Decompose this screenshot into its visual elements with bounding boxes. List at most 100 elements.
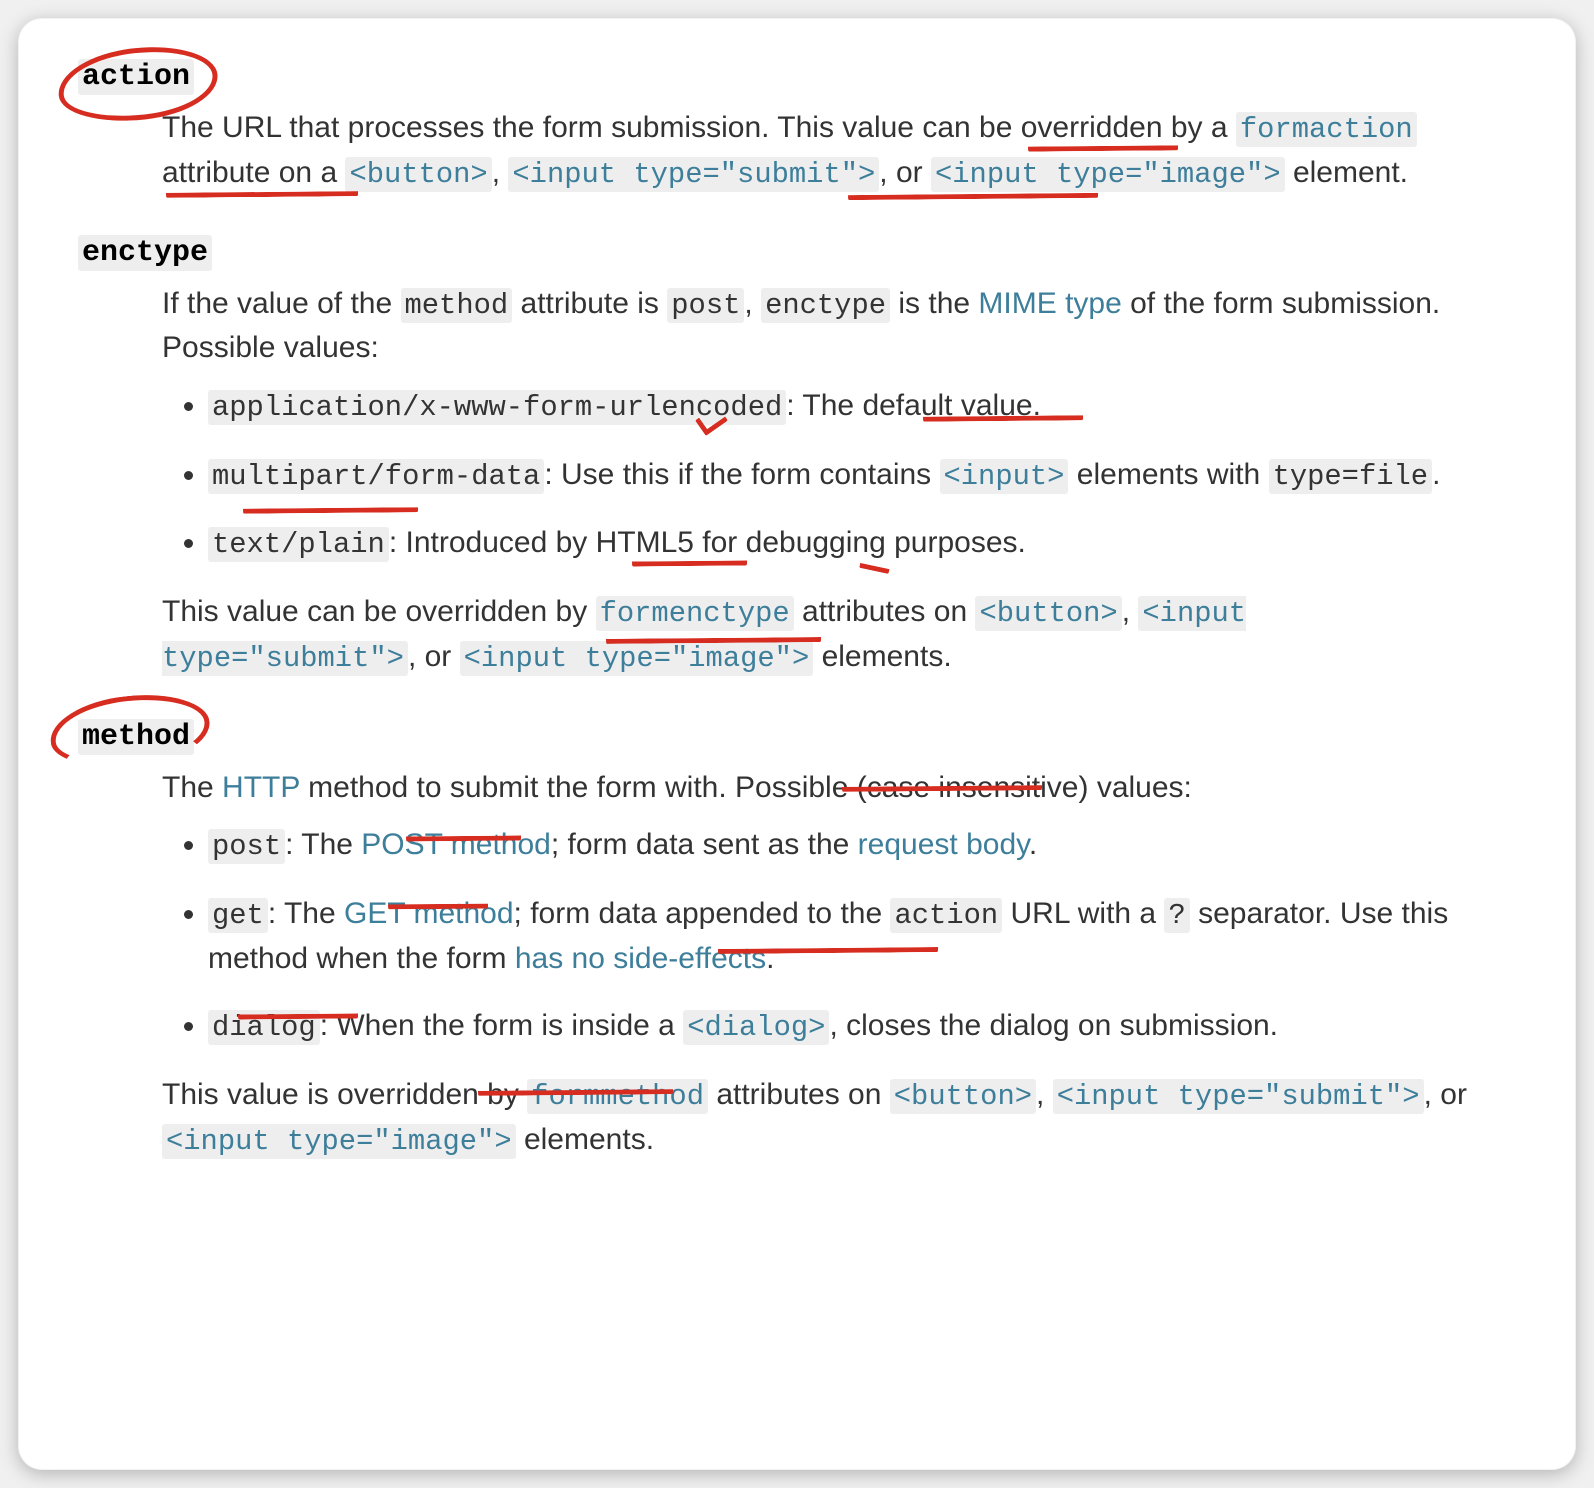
- code-dialog-el: <dialog>: [683, 1010, 829, 1045]
- code-get: get: [208, 898, 268, 933]
- link-input-image[interactable]: <input type="image">: [931, 156, 1285, 189]
- text: URL with a: [1002, 897, 1164, 930]
- list-item: get: The GET method; form data appended …: [208, 892, 1516, 980]
- text: ,: [1036, 1078, 1053, 1111]
- text: method to submit the form with. Possible…: [300, 771, 1192, 804]
- text: ,: [744, 287, 761, 320]
- text: , closes the dialog on submission.: [829, 1009, 1278, 1042]
- desc-action: The URL that processes the form submissi…: [162, 106, 1516, 196]
- text: attribute is: [512, 287, 667, 320]
- code-formaction: formaction: [1236, 112, 1417, 147]
- document-card: action The URL that processes the form s…: [18, 18, 1576, 1470]
- code-action: action: [890, 898, 1002, 933]
- list-item: multipart/form-data: Use this if the for…: [208, 453, 1516, 498]
- code-button: <button>: [890, 1079, 1036, 1114]
- list-item: application/x-www-form-urlencoded: The d…: [208, 384, 1516, 429]
- link-input-el[interactable]: <input>: [940, 458, 1069, 491]
- code-input-image: <input type="image">: [460, 641, 814, 676]
- code-dialog: dialog: [208, 1010, 320, 1045]
- term-action: action: [78, 60, 1516, 94]
- text: If the value of the: [162, 287, 401, 320]
- text: : The: [285, 828, 361, 861]
- link-get-method[interactable]: GET method: [344, 897, 514, 930]
- link-button-el[interactable]: <button>: [890, 1078, 1036, 1111]
- code-input-image: <input type="image">: [162, 1124, 516, 1159]
- link-http[interactable]: HTTP: [222, 771, 300, 804]
- term-enctype-code: enctype: [78, 235, 212, 271]
- text: by a: [1163, 111, 1236, 144]
- link-input-submit[interactable]: <input type="submit">: [508, 156, 879, 189]
- link-input-image[interactable]: <input type="image">: [460, 640, 814, 673]
- text: .: [766, 942, 774, 975]
- desc-enctype: If the value of the method attribute is …: [162, 282, 1516, 680]
- list-item: dialog: When the form is inside a <dialo…: [208, 1004, 1516, 1049]
- text: The URL that processes the form submissi…: [162, 111, 1021, 144]
- text: , or: [879, 156, 931, 189]
- code-input-submit: <input type="submit">: [1053, 1079, 1424, 1114]
- text: : Introduced by HTML5 for debugging purp…: [389, 526, 1026, 559]
- text: elements.: [516, 1123, 654, 1156]
- code-input: <input>: [940, 459, 1069, 494]
- link-dialog-el[interactable]: <dialog>: [683, 1009, 829, 1042]
- code-formenctype: formenctype: [596, 596, 794, 631]
- text: This value is overridden by: [162, 1078, 527, 1111]
- code-post: post: [667, 288, 744, 323]
- code-input-image: <input type="image">: [931, 157, 1285, 192]
- term-enctype: enctype: [78, 236, 1516, 270]
- term-method: method: [78, 720, 1516, 754]
- code-enctype: enctype: [761, 288, 890, 323]
- link-input-submit[interactable]: <input type="submit">: [1053, 1078, 1424, 1111]
- code-typefile: type=file: [1269, 459, 1433, 494]
- text: ,: [492, 156, 509, 189]
- code-button: <button>: [345, 157, 491, 192]
- text: : When the form is inside a: [320, 1009, 684, 1042]
- term-action-code: action: [78, 59, 194, 95]
- link-formaction[interactable]: formaction: [1236, 111, 1417, 144]
- link-button-el[interactable]: <button>: [975, 595, 1121, 628]
- text: : Use this if the form contains: [544, 458, 939, 491]
- code-method: method: [401, 288, 513, 323]
- text: : The default value.: [786, 389, 1041, 422]
- link-no-side-effects[interactable]: has no side-effects: [515, 942, 766, 975]
- text: The: [162, 771, 222, 804]
- list-item: post: The POST method; form data sent as…: [208, 823, 1516, 868]
- text: ; form data appended to the: [514, 897, 891, 930]
- text: attribute on a: [162, 156, 345, 189]
- enctype-values-list: application/x-www-form-urlencoded: The d…: [162, 384, 1516, 566]
- text: .: [1432, 458, 1440, 491]
- code-button: <button>: [975, 596, 1121, 631]
- text: elements with: [1068, 458, 1268, 491]
- code-formmethod: formmethod: [527, 1079, 708, 1114]
- text-overridden: overridden: [1021, 111, 1163, 144]
- text: , or: [408, 640, 460, 673]
- text: : The: [268, 897, 344, 930]
- code-multipart: multipart/form-data: [208, 459, 544, 494]
- method-values-list: post: The POST method; form data sent as…: [162, 823, 1516, 1049]
- text: is the: [890, 287, 978, 320]
- link-mime-type[interactable]: MIME type: [978, 287, 1121, 320]
- text: , or: [1424, 1078, 1467, 1111]
- code-textplain: text/plain: [208, 527, 389, 562]
- link-request-body[interactable]: request body: [858, 828, 1029, 861]
- text: element.: [1285, 156, 1408, 189]
- text: ; form data sent as the: [551, 828, 858, 861]
- text: ,: [1122, 595, 1139, 628]
- link-formenctype[interactable]: formenctype: [596, 595, 794, 628]
- code-input-submit: <input type="submit">: [508, 157, 879, 192]
- desc-method: The HTTP method to submit the form with.…: [162, 766, 1516, 1163]
- link-button-el[interactable]: <button>: [345, 156, 491, 189]
- code-qmark: ?: [1164, 898, 1189, 933]
- list-item: text/plain: Introduced by HTML5 for debu…: [208, 521, 1516, 566]
- definition-list: action The URL that processes the form s…: [78, 60, 1516, 1162]
- term-method-code: method: [78, 719, 194, 755]
- link-post-method[interactable]: POST method: [361, 828, 551, 861]
- text: elements.: [813, 640, 951, 673]
- link-formmethod[interactable]: formmethod: [527, 1078, 708, 1111]
- link-input-image[interactable]: <input type="image">: [162, 1123, 516, 1156]
- text: This value can be overridden by: [162, 595, 596, 628]
- text: attributes on: [794, 595, 976, 628]
- text: attributes on: [708, 1078, 890, 1111]
- text: .: [1029, 828, 1037, 861]
- code-post: post: [208, 829, 285, 864]
- code-urlencoded: application/x-www-form-urlencoded: [208, 390, 786, 425]
